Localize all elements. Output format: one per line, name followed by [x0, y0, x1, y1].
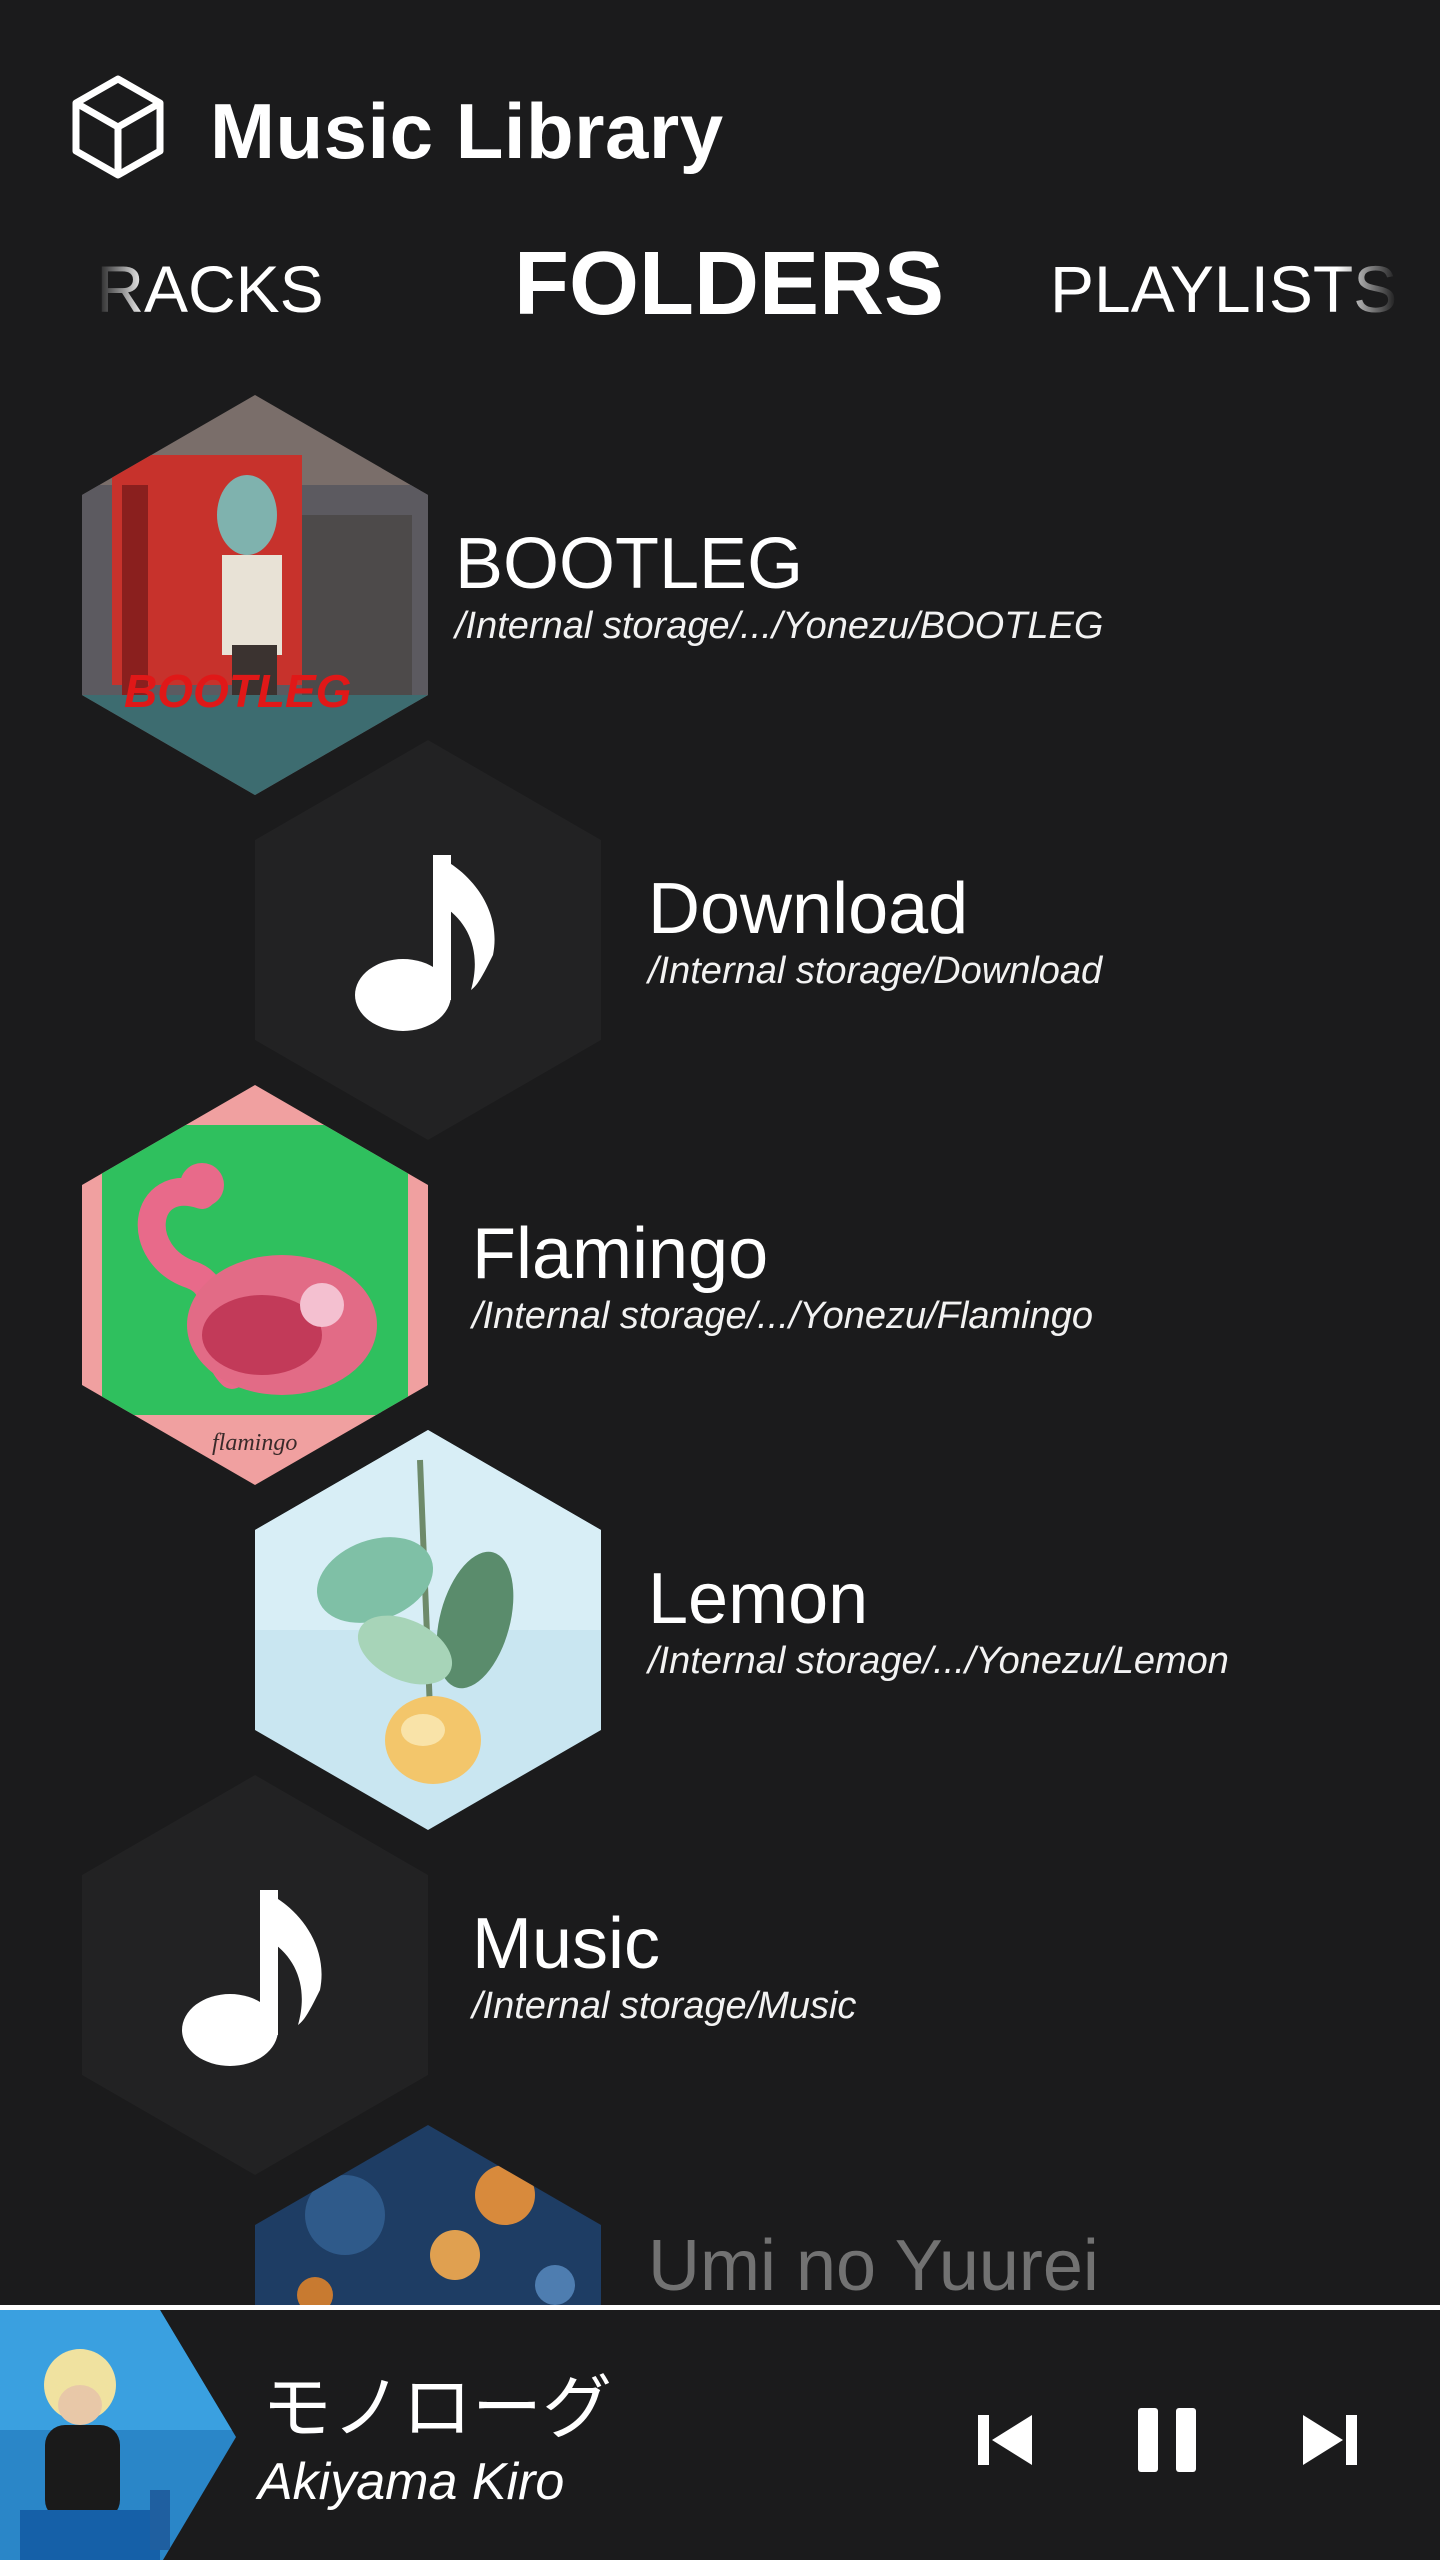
folder-item-flamingo[interactable]: flamingo Flamingo /Internal storage/.../… [0, 1085, 1440, 1485]
folder-item-umi-no-yuurei[interactable]: Umi no Yuurei [0, 2125, 1440, 2305]
tab-folders[interactable]: FOLDERS [514, 233, 944, 336]
music-note-icon [353, 845, 503, 1035]
pause-icon [1138, 2408, 1196, 2472]
track-title: モノローグ [262, 2369, 612, 2447]
folder-name: Download [648, 869, 969, 949]
folder-placeholder [82, 1775, 428, 2175]
folder-list: BOOTLEG BOOTLEG /Internal storage/.../Yo… [0, 395, 1440, 2305]
next-button[interactable] [1295, 2405, 1365, 2475]
previous-icon [978, 2415, 1032, 2465]
folder-item-download[interactable]: Download /Internal storage/Download [0, 740, 1440, 1140]
folder-path: /Internal storage/Download [648, 950, 1103, 992]
folder-item-lemon[interactable]: Lemon /Internal storage/.../Yonezu/Lemon [0, 1430, 1440, 1830]
folder-name: Flamingo [472, 1214, 769, 1294]
folder-path: /Internal storage/Music [472, 1985, 857, 2027]
album-art-umi-no-yuurei [255, 2125, 601, 2305]
folder-name: Lemon [648, 1559, 869, 1639]
app-header: Music Library [0, 0, 1440, 230]
folder-path: /Internal storage/.../Yonezu/Flamingo [472, 1295, 1094, 1337]
folder-name: Umi no Yuurei [648, 2226, 1099, 2305]
folder-item-music[interactable]: Music /Internal storage/Music [0, 1775, 1440, 2175]
track-artist: Akiyama Kiro [258, 2453, 565, 2511]
folder-name: BOOTLEG [455, 524, 804, 604]
folder-name: Music [472, 1904, 661, 1984]
tab-tracks[interactable]: TRACKS [56, 251, 324, 327]
now-playing-bar[interactable]: モノローグ Akiyama Kiro [0, 2305, 1440, 2560]
folder-item-bootleg[interactable]: BOOTLEG BOOTLEG /Internal storage/.../Yo… [0, 395, 1440, 795]
previous-button[interactable] [970, 2405, 1040, 2475]
hexagon-cube-logo-icon [70, 75, 166, 179]
album-art-bootleg: BOOTLEG [82, 395, 428, 795]
album-art-lemon [255, 1430, 601, 1830]
tab-bar: TRACKS FOLDERS PLAYLISTS [0, 225, 1440, 345]
folder-path: /Internal storage/.../Yonezu/BOOTLEG [455, 605, 1104, 647]
album-art-flamingo: flamingo [82, 1085, 428, 1485]
music-note-icon [180, 1880, 330, 2070]
folder-placeholder [255, 740, 601, 1140]
svg-text:BOOTLEG: BOOTLEG [124, 665, 351, 717]
folder-path: /Internal storage/.../Yonezu/Lemon [648, 1640, 1229, 1682]
page-title: Music Library [210, 87, 724, 175]
now-playing-album-art [0, 2310, 236, 2560]
next-icon [1303, 2415, 1357, 2465]
pause-button[interactable] [1132, 2405, 1202, 2475]
tab-playlists[interactable]: PLAYLISTS [1050, 251, 1397, 327]
